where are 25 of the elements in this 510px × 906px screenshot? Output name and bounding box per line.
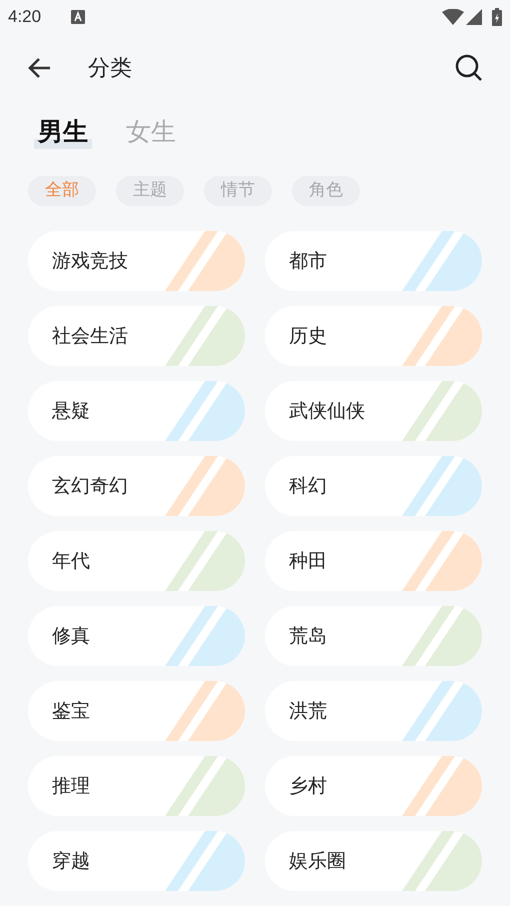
category-button[interactable]: 洪荒 — [265, 681, 482, 741]
category-button[interactable]: 社会生活 — [28, 306, 245, 366]
category-button[interactable]: 乡村 — [265, 756, 482, 816]
category-button[interactable]: 鉴宝 — [28, 681, 245, 741]
signal-icon — [466, 9, 482, 25]
category-button[interactable]: 都市 — [265, 231, 482, 291]
category-button[interactable]: 武侠仙侠 — [265, 381, 482, 441]
category-button[interactable]: 荒岛 — [265, 606, 482, 666]
category-button[interactable]: 穿越 — [28, 831, 245, 891]
category-button[interactable]: 推理 — [28, 756, 245, 816]
category-button[interactable]: 修真 — [28, 606, 245, 666]
category-button[interactable]: 科幻 — [265, 456, 482, 516]
category-button[interactable]: 悬疑 — [28, 381, 245, 441]
wifi-icon — [442, 9, 464, 25]
category-button[interactable]: 年代 — [28, 531, 245, 591]
page-title: 分类 — [88, 54, 132, 82]
category-button[interactable]: 游戏竞技 — [28, 231, 245, 291]
category-button[interactable]: 种田 — [265, 531, 482, 591]
search-button[interactable] — [454, 53, 484, 83]
notification-icon — [71, 10, 86, 24]
category-button[interactable]: 历史 — [265, 306, 482, 366]
battery-icon — [492, 8, 502, 26]
category-button[interactable]: 玄幻奇幻 — [28, 456, 245, 516]
category-button[interactable]: 娱乐圈 — [265, 831, 482, 891]
status-time: 4:20 — [8, 6, 42, 28]
